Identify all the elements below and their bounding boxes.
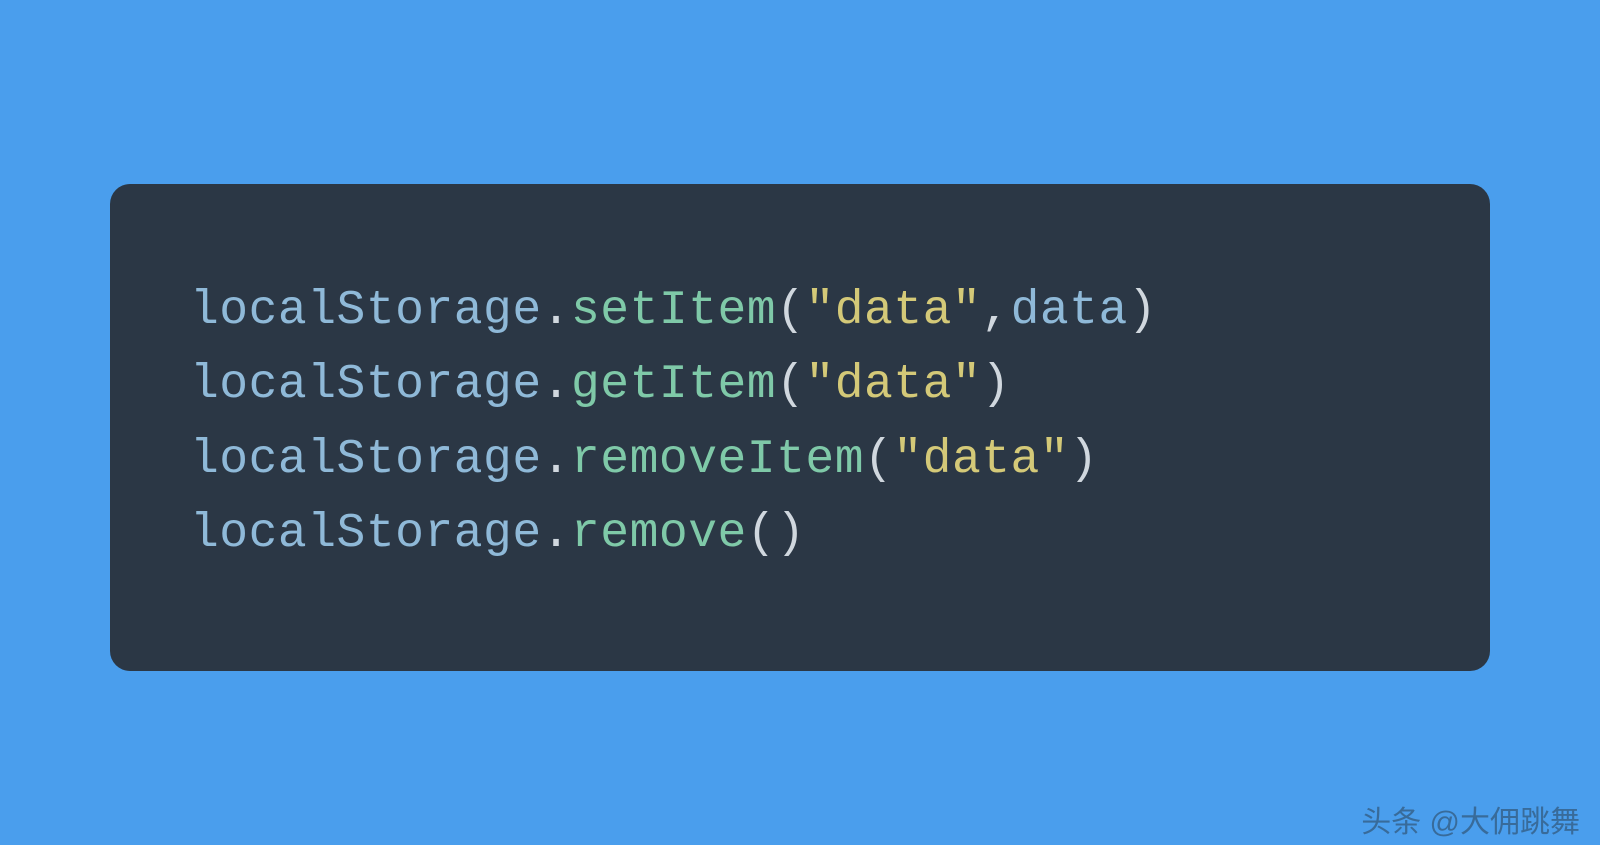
code-object: localStorage — [190, 507, 542, 561]
code-string: "data" — [805, 358, 981, 412]
comma: , — [981, 284, 1010, 338]
code-object: localStorage — [190, 433, 542, 487]
paren-open: ( — [864, 433, 893, 487]
paren-open: ( — [747, 507, 776, 561]
dot: . — [542, 358, 571, 412]
paren-open: ( — [776, 358, 805, 412]
paren-close: ) — [1069, 433, 1098, 487]
paren-open: ( — [776, 284, 805, 338]
paren-close: ) — [776, 507, 805, 561]
paren-close: ) — [981, 358, 1010, 412]
code-method: setItem — [571, 284, 776, 338]
code-method: getItem — [571, 358, 776, 412]
paren-close: ) — [1128, 284, 1157, 338]
code-line-1: localStorage.setItem("data",data) — [190, 274, 1410, 348]
code-line-4: localStorage.remove() — [190, 497, 1410, 571]
code-method: remove — [571, 507, 747, 561]
code-method: removeItem — [571, 433, 864, 487]
code-string: "data" — [805, 284, 981, 338]
dot: . — [542, 284, 571, 338]
code-var: data — [1011, 284, 1128, 338]
code-block: localStorage.setItem("data",data) localS… — [110, 184, 1490, 672]
code-line-2: localStorage.getItem("data") — [190, 348, 1410, 422]
code-string: "data" — [893, 433, 1069, 487]
watermark: 头条 @大佣跳舞 — [1361, 797, 1580, 841]
code-line-3: localStorage.removeItem("data") — [190, 423, 1410, 497]
dot: . — [542, 433, 571, 487]
code-object: localStorage — [190, 284, 542, 338]
code-object: localStorage — [190, 358, 542, 412]
dot: . — [542, 507, 571, 561]
